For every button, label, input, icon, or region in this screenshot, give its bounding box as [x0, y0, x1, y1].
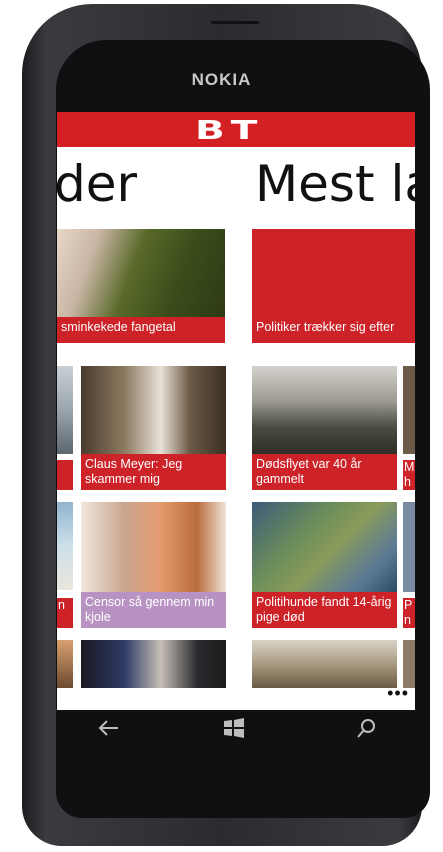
censor-image [81, 502, 226, 592]
news-tile-row4-b[interactable] [252, 640, 397, 688]
edge-tile-3[interactable]: n [57, 502, 73, 628]
back-icon[interactable] [98, 717, 120, 745]
edge-image-2 [403, 366, 415, 454]
edge-caption-3: n [57, 598, 73, 628]
politihunde-image [252, 502, 397, 592]
search-icon[interactable] [356, 717, 378, 746]
edge-caption-1 [57, 460, 73, 490]
windows-icon[interactable] [223, 717, 245, 746]
dodsflyet-image [252, 366, 397, 454]
more-options-button[interactable]: ••• [387, 683, 409, 704]
edge-tile-1[interactable] [57, 366, 73, 490]
edge-caption-4: P n [403, 598, 415, 628]
news-tile-claus[interactable]: Claus Meyer: Jeg skammer mig [81, 366, 226, 490]
app-header: BT [57, 112, 415, 147]
edge-tile-5[interactable] [57, 640, 73, 688]
edge-tile-4[interactable]: P n [403, 502, 415, 628]
hero-tile-right[interactable]: Politiker trækker sig efter [252, 229, 415, 343]
device-brand: NOKIA [191, 70, 252, 89]
news-tile-row4-a[interactable] [81, 640, 226, 688]
hero-image-right [252, 229, 415, 317]
hero-tile-left[interactable]: sminkekede fangetal [57, 229, 225, 343]
claus-image [81, 366, 226, 454]
edge-image-3 [57, 502, 73, 590]
edge-tile-2[interactable]: M h [403, 366, 415, 490]
hero-image-left [57, 229, 225, 317]
edge-image-4 [403, 502, 415, 592]
app-screen: BT der Mest læ sminkekede fangetal Polit… [57, 112, 415, 710]
app-logo: BT [195, 116, 264, 146]
news-tile-politihunde[interactable]: Politihunde fandt 14-årig pige død [252, 502, 397, 628]
news-tile-dodsflyet[interactable]: Dødsflyet var 40 år gammelt [252, 366, 397, 490]
edge-caption-2: M h [403, 460, 415, 490]
dodsflyet-caption: Dødsflyet var 40 år gammelt [252, 454, 397, 490]
censor-caption: Censor så gennem min kjole [81, 592, 226, 628]
edge-image-1 [57, 366, 73, 454]
hero-caption-left: sminkekede fangetal [57, 317, 225, 343]
panel-title-right: Mest læ [255, 155, 415, 213]
panel-title-left: der [57, 155, 138, 213]
hero-caption-right: Politiker trækker sig efter [252, 317, 415, 343]
earpiece [211, 21, 259, 24]
edge-tile-6[interactable] [403, 640, 415, 688]
news-tile-censor[interactable]: Censor så gennem min kjole [81, 502, 226, 628]
claus-caption: Claus Meyer: Jeg skammer mig [81, 454, 226, 490]
politihunde-caption: Politihunde fandt 14-årig pige død [252, 592, 397, 628]
